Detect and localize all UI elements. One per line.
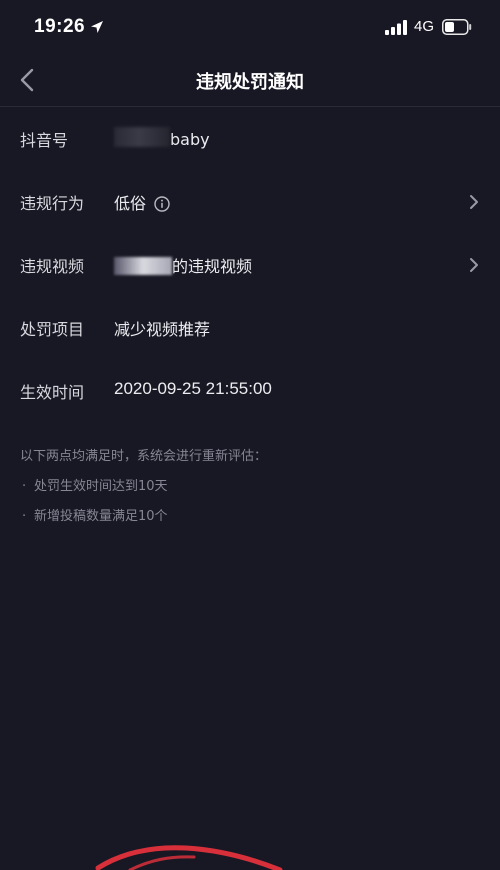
row-penalty-item: 处罚项目 减少视频推荐	[0, 296, 500, 359]
violation-video-label: 违规视频	[20, 257, 85, 276]
note-item: · 处罚生效时间达到10天	[20, 472, 480, 502]
note-text: 新增投稿数量满足10个	[34, 509, 168, 524]
douyin-id-value: baby	[114, 127, 210, 149]
signal-icon	[385, 20, 407, 35]
redacted-blur	[114, 257, 172, 275]
notes-intro: 以下两点均满足时，系统会进行重新评估：	[20, 449, 268, 464]
effective-time-value: 2020-09-25 21:55:00	[114, 379, 272, 398]
violation-video-text: 的违规视频	[172, 257, 253, 276]
violation-behavior-text: 低俗	[114, 194, 147, 213]
battery-icon	[442, 19, 472, 35]
network-type: 4G	[414, 18, 435, 35]
status-bar: 19:26 4G	[0, 0, 500, 56]
penalty-details: 抖音号 baby 违规行为 低俗 违规视频 的违规视频 处罚项目 减少视频推荐 …	[0, 107, 500, 422]
violation-video-value: 的违规视频	[114, 253, 252, 277]
info-icon[interactable]	[154, 196, 170, 212]
row-violation-behavior[interactable]: 违规行为 低俗	[0, 170, 500, 233]
row-violation-video[interactable]: 违规视频 的违规视频	[0, 233, 500, 296]
note-text: 处罚生效时间达到10天	[34, 479, 168, 494]
violation-behavior-value: 低俗	[114, 190, 170, 214]
bullet: ·	[22, 479, 27, 494]
note-item: · 新增投稿数量满足10个	[20, 502, 480, 532]
row-douyin-id: 抖音号 baby	[0, 107, 500, 170]
reassessment-notes: 以下两点均满足时，系统会进行重新评估： · 处罚生效时间达到10天 · 新增投稿…	[20, 442, 480, 532]
chevron-right-icon	[470, 195, 478, 209]
effective-time-label: 生效时间	[20, 383, 85, 402]
row-effective-time: 生效时间 2020-09-25 21:55:00	[0, 359, 500, 422]
violation-behavior-label: 违规行为	[20, 194, 85, 213]
douyin-id-text: baby	[170, 130, 210, 149]
location-arrow-icon	[91, 21, 103, 33]
bullet: ·	[22, 509, 27, 524]
page-title: 违规处罚通知	[196, 72, 304, 93]
douyin-id-label: 抖音号	[20, 131, 69, 150]
penalty-item-value: 减少视频推荐	[114, 320, 211, 339]
redacted-blur	[114, 127, 170, 147]
chevron-right-icon	[470, 258, 478, 272]
nav-bar: 违规处罚通知	[0, 56, 500, 107]
penalty-item-label: 处罚项目	[20, 320, 85, 339]
status-time: 19:26	[34, 16, 86, 37]
